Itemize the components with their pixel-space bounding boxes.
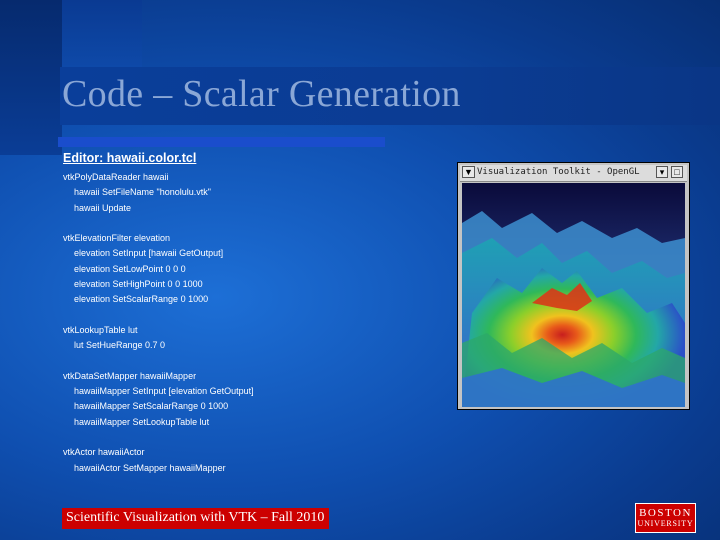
footer-text: Scientific Visualization with VTK – Fall… xyxy=(66,510,325,525)
code-line: hawaiiMapper SetInput [elevation GetOutp… xyxy=(74,386,254,397)
title-underline-bar xyxy=(58,137,385,147)
terrain-render xyxy=(462,183,685,407)
code-line: elevation SetLowPoint 0 0 0 xyxy=(74,263,186,274)
minimize-icon[interactable]: ▾ xyxy=(656,166,668,178)
window-title: Visualization Toolkit - OpenGL xyxy=(477,167,640,177)
code-line: elevation SetInput [hawaii GetOutput] xyxy=(74,248,224,259)
code-line: vtkDataSetMapper hawaiiMapper xyxy=(63,370,197,381)
code-line: hawaiiActor SetMapper hawaiiMapper xyxy=(74,462,226,473)
logo-line-1: BOSTON xyxy=(639,507,692,519)
code-line: hawaii SetFileName "honolulu.vtk" xyxy=(74,187,211,198)
window-titlebar[interactable]: ▼ Visualization Toolkit - OpenGL ▾ □ xyxy=(460,165,687,182)
maximize-icon[interactable]: □ xyxy=(671,166,683,178)
code-block: vtkPolyDataReader hawaii hawaii SetFileNa… xyxy=(63,170,254,476)
code-line: elevation SetHighPoint 0 0 1000 xyxy=(74,279,203,290)
code-line: hawaiiMapper SetScalarRange 0 1000 xyxy=(74,401,229,412)
code-line: vtkElevationFilter elevation xyxy=(63,233,171,244)
boston-university-logo: BOSTON UNIVERSITY xyxy=(635,503,696,533)
menu-icon[interactable]: ▼ xyxy=(462,166,475,178)
logo-line-2: UNIVERSITY xyxy=(637,519,694,528)
slide-title: Code – Scalar Generation xyxy=(62,73,461,115)
code-line: hawaii Update xyxy=(74,202,132,213)
code-line: lut SetHueRange 0.7 0 xyxy=(74,340,166,351)
code-line: vtkActor hawaiiActor xyxy=(63,447,145,458)
code-line: elevation SetScalarRange 0 1000 xyxy=(74,294,209,305)
decorative-left-block xyxy=(0,0,62,155)
code-line: vtkLookupTable lut xyxy=(63,324,138,335)
code-line: vtkPolyDataReader hawaii xyxy=(63,172,169,182)
decorative-top-block xyxy=(62,0,142,67)
vtk-render-window[interactable]: ▼ Visualization Toolkit - OpenGL ▾ □ xyxy=(457,162,690,410)
code-line: hawaiiMapper SetLookupTable lut xyxy=(74,416,210,427)
editor-label: Editor: hawaii.color.tcl xyxy=(63,151,197,165)
vtk-viewport[interactable] xyxy=(462,183,685,407)
